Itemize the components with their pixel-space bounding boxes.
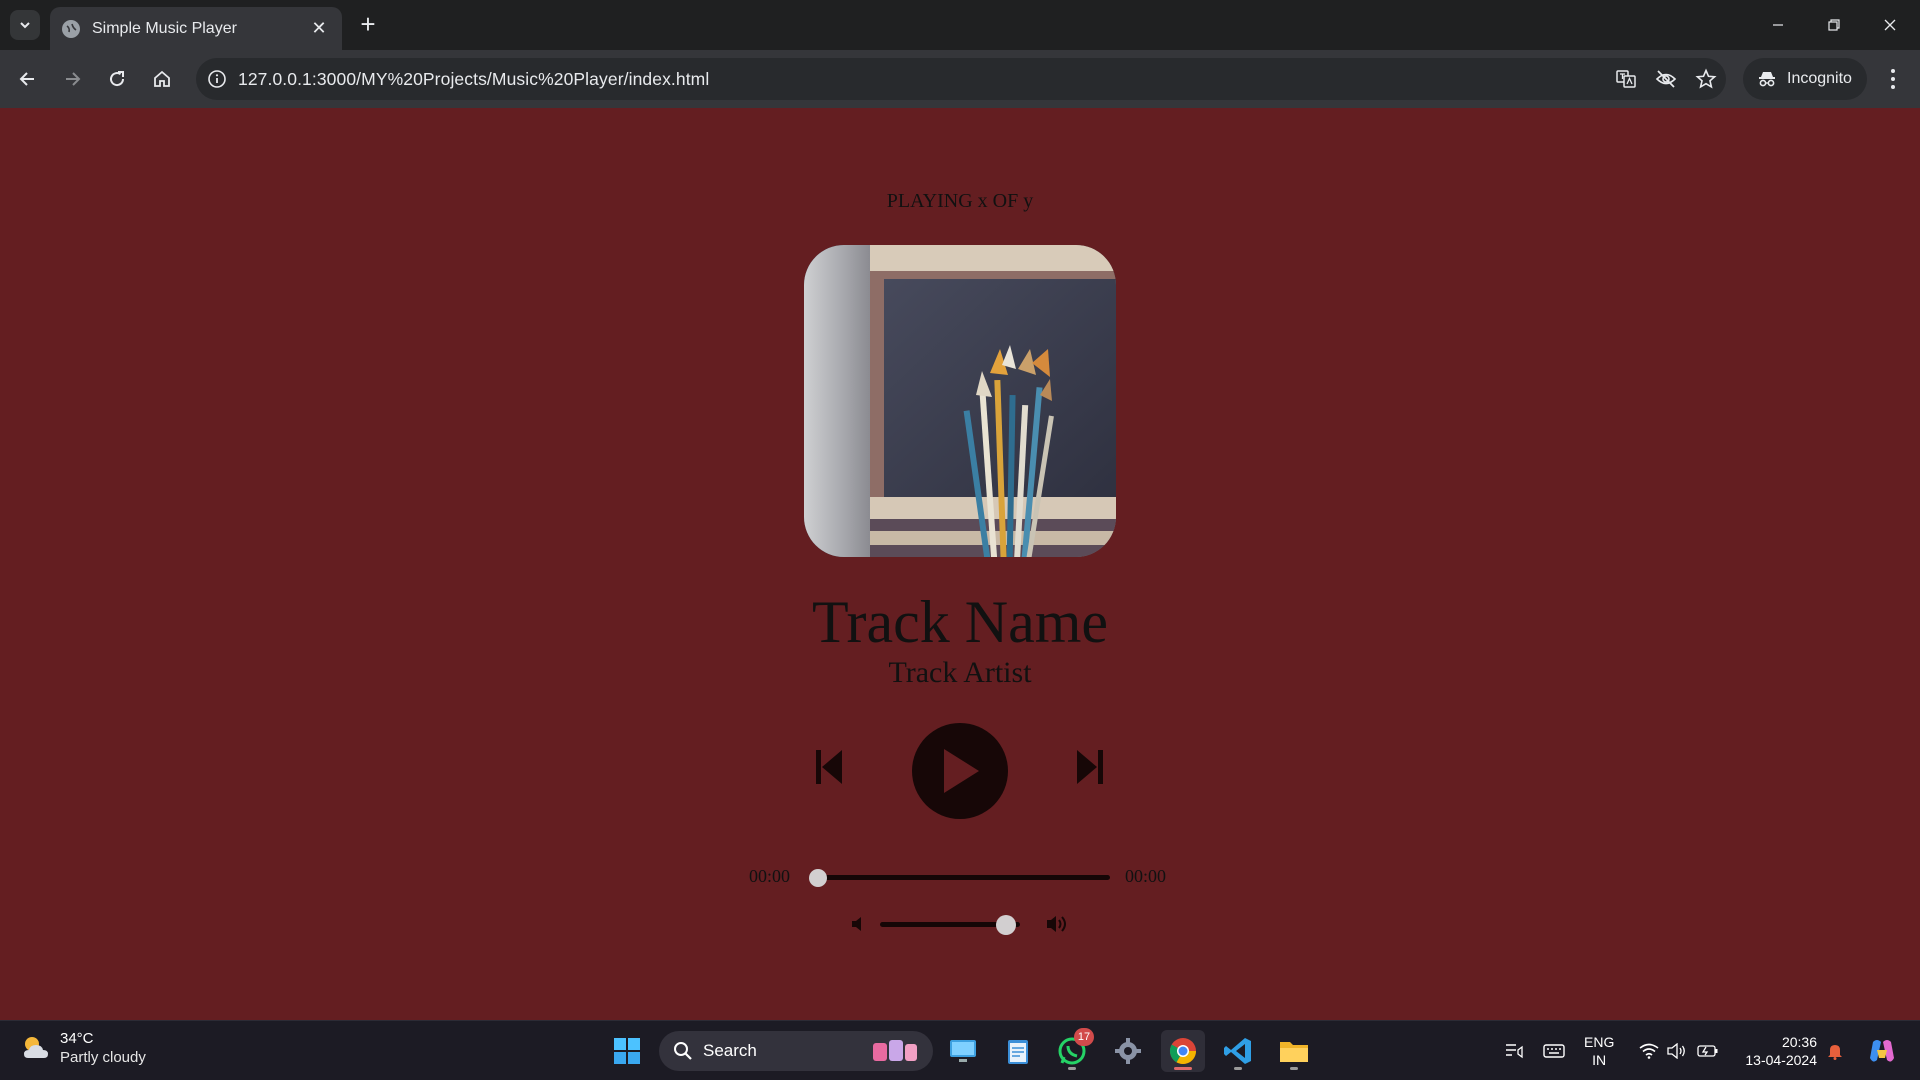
gear-icon (1115, 1038, 1141, 1064)
vscode-icon (1224, 1038, 1251, 1064)
minimize-button[interactable] (1750, 8, 1806, 42)
region-code: IN (1592, 1052, 1607, 1068)
tab-close-icon[interactable]: ✕ (308, 18, 330, 39)
browser-tab-bar: Simple Music Player ✕ + (0, 0, 1920, 50)
incognito-icon (1759, 72, 1775, 87)
browser-tab[interactable]: Simple Music Player ✕ (50, 7, 342, 50)
play-icon (944, 749, 979, 793)
home-button[interactable] (146, 63, 178, 95)
taskbar-app-settings[interactable] (1106, 1030, 1150, 1072)
browser-toolbar: 127.0.0.1:3000/MY%20Projects/Music%20Pla… (0, 50, 1920, 108)
volume-slider-thumb[interactable] (996, 915, 1016, 935)
seek-slider-thumb[interactable] (809, 869, 827, 887)
skip-previous-icon (816, 750, 842, 784)
minimize-icon (1773, 24, 1783, 26)
track-name: Track Name (811, 589, 1109, 655)
windows-logo-icon (614, 1038, 640, 1064)
clock-time: 20:36 (1781, 1034, 1817, 1050)
browser-menu-icon[interactable] (1880, 63, 1906, 95)
track-album-art (804, 245, 1116, 557)
volume-up-icon (1043, 912, 1073, 936)
skip-next-icon (1077, 750, 1103, 784)
globe-icon (62, 19, 80, 38)
tab-title: Simple Music Player (92, 19, 237, 37)
weather-condition: Partly cloudy (60, 1049, 146, 1066)
taskbar-search[interactable]: Search (659, 1031, 933, 1071)
chrome-icon (1169, 1038, 1197, 1065)
close-window-button[interactable] (1862, 8, 1918, 42)
partly-cloudy-icon (24, 1037, 48, 1058)
search-icon (674, 1042, 692, 1060)
folder-icon (1280, 1042, 1308, 1062)
start-button[interactable] (605, 1030, 649, 1072)
arrow-right-icon (66, 72, 81, 86)
volume-down-icon (848, 913, 870, 935)
translate-icon[interactable] (1606, 58, 1646, 100)
music-player-page: PLAYING x OF y Track Name Track Artist 0… (0, 108, 1920, 1020)
weather-widget[interactable]: 34°C Partly cloudy (20, 1029, 146, 1067)
taskbar-app-whatsapp[interactable]: 17 (1050, 1028, 1094, 1072)
current-time: 00:00 (749, 866, 791, 886)
reload-icon (110, 71, 125, 87)
taskbar-app-notepad[interactable] (996, 1030, 1040, 1072)
restore-icon (1828, 19, 1840, 31)
tab-search-button[interactable] (10, 10, 40, 40)
back-button[interactable] (12, 63, 44, 95)
taskbar-search-placeholder: Search (703, 1041, 757, 1060)
incognito-button[interactable]: Incognito (1743, 58, 1867, 100)
arrow-left-icon (19, 72, 34, 86)
play-pause-button[interactable] (912, 723, 1008, 819)
restore-button[interactable] (1806, 8, 1862, 42)
clock-date: 13-04-2024 (1745, 1052, 1817, 1068)
forward-button[interactable] (56, 63, 88, 95)
track-artist: Track Artist (888, 656, 1032, 689)
url-text[interactable]: 127.0.0.1:3000/MY%20Projects/Music%20Pla… (238, 69, 1606, 90)
language-code: ENG (1584, 1034, 1615, 1050)
next-track-button[interactable] (1073, 746, 1107, 788)
copilot-icon[interactable] (1864, 1031, 1900, 1071)
total-duration: 00:00 (1125, 866, 1167, 886)
site-info-icon[interactable] (196, 58, 238, 100)
notepad-icon (1008, 1040, 1028, 1064)
keyboard-icon[interactable] (1540, 1031, 1568, 1071)
taskbar-app-chrome[interactable] (1161, 1030, 1205, 1072)
whatsapp-unread-badge: 17 (1074, 1028, 1094, 1046)
volume-slider[interactable] (880, 915, 1020, 935)
system-clock[interactable]: 20:36 13-04-2024 (1735, 1033, 1817, 1069)
windows-taskbar: 34°C Partly cloudy Search 17 ENG IN 20:3… (0, 1020, 1920, 1080)
new-tab-button[interactable]: + (354, 11, 382, 39)
input-language[interactable]: ENG IN (1584, 1033, 1614, 1069)
home-icon (154, 70, 170, 87)
taskbar-app-vscode[interactable] (1216, 1030, 1260, 1072)
eye-off-icon[interactable] (1646, 58, 1686, 100)
previous-track-button[interactable] (812, 746, 846, 788)
taskbar-app-desktop[interactable] (941, 1030, 985, 1072)
notification-bell-icon[interactable] (1824, 1031, 1846, 1071)
incognito-label: Incognito (1787, 70, 1852, 87)
notification-chat-icon[interactable] (1500, 1031, 1528, 1071)
battery-icon[interactable] (1694, 1031, 1722, 1071)
speaker-icon[interactable] (1664, 1031, 1690, 1071)
search-highlight-icon (873, 1040, 917, 1061)
weather-temperature: 34°C (60, 1030, 94, 1047)
seek-slider[interactable] (809, 869, 1110, 887)
wifi-icon[interactable] (1636, 1031, 1662, 1071)
close-icon (1884, 19, 1896, 31)
monitor-icon (950, 1040, 976, 1062)
now-playing-label: PLAYING x OF y (886, 190, 1034, 212)
address-bar[interactable]: 127.0.0.1:3000/MY%20Projects/Music%20Pla… (196, 58, 1726, 100)
bookmark-star-icon[interactable] (1686, 58, 1726, 100)
reload-button[interactable] (101, 63, 133, 95)
taskbar-app-file-explorer[interactable] (1272, 1030, 1316, 1072)
chevron-down-icon (20, 22, 30, 29)
